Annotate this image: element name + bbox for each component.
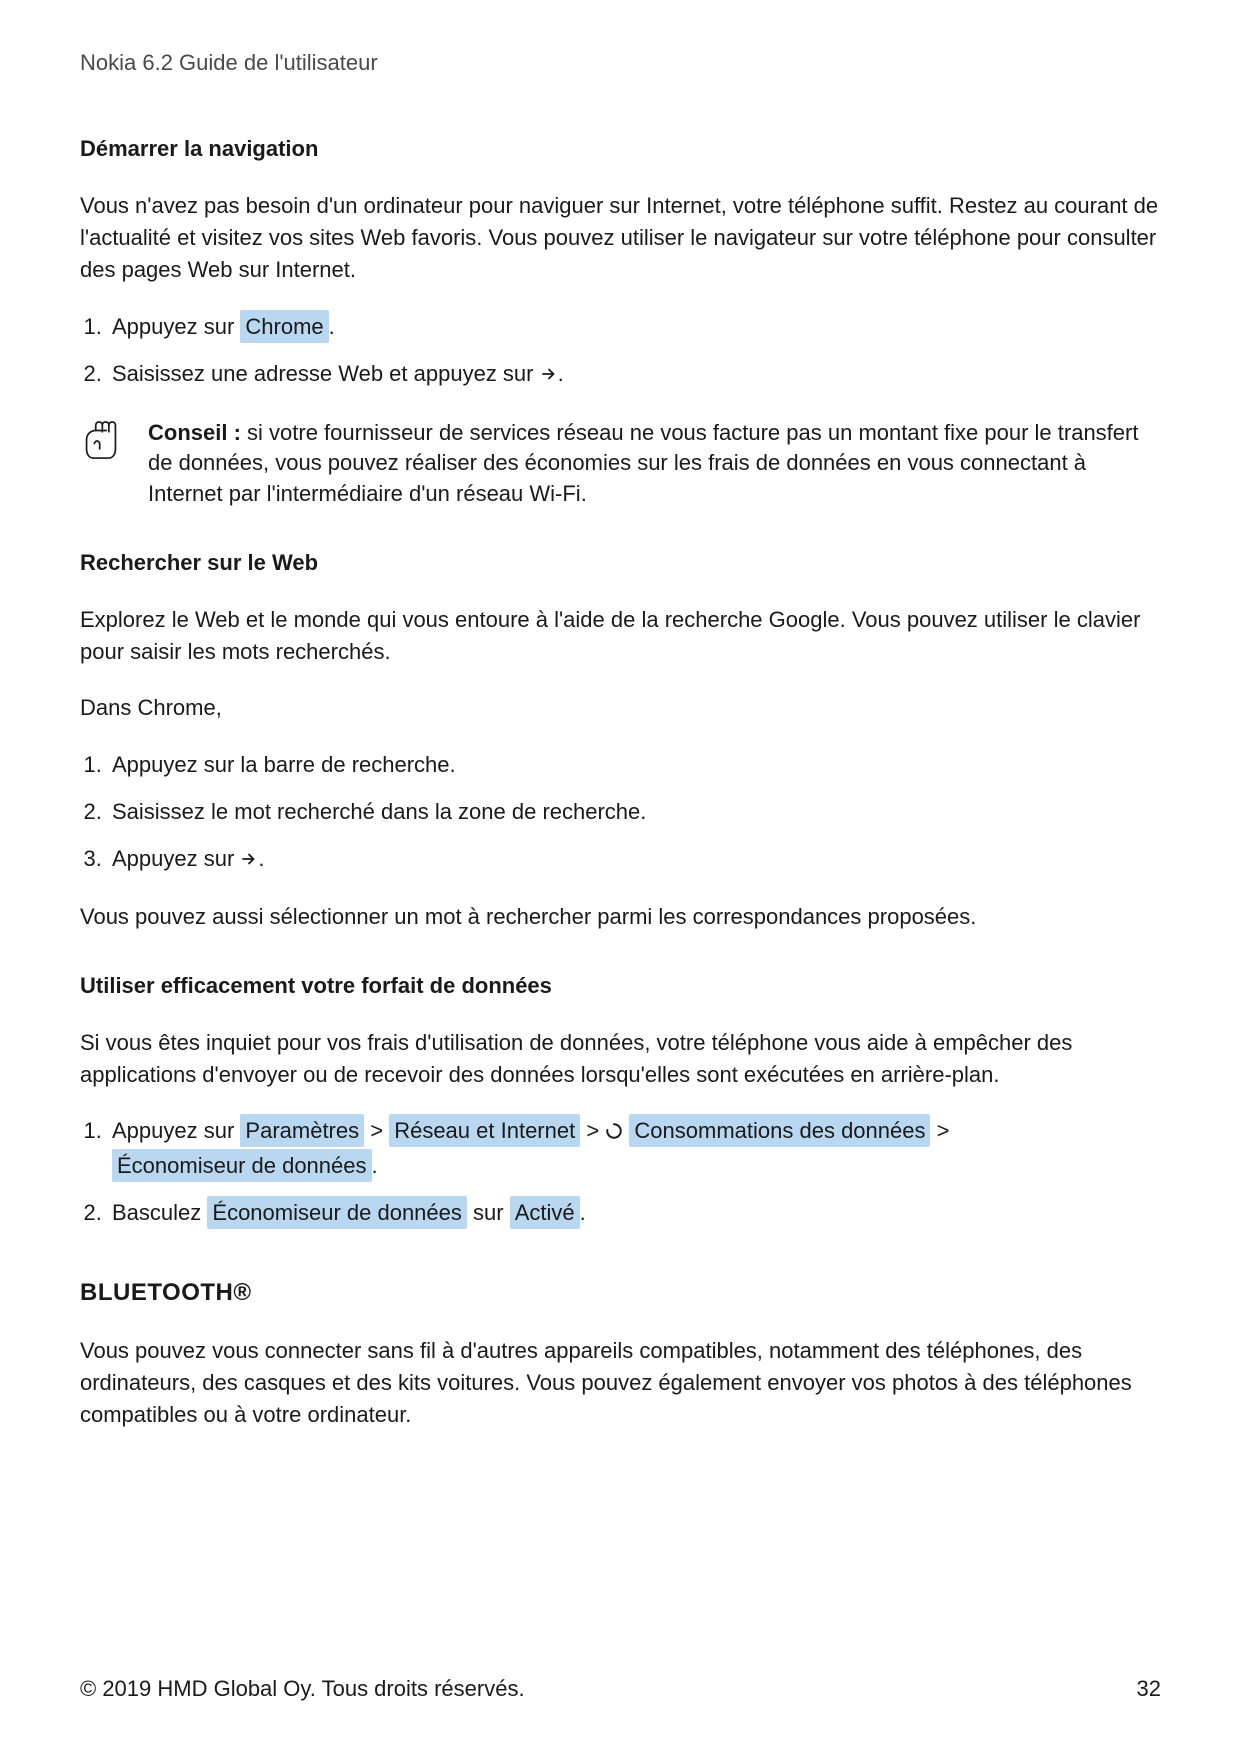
tip-label: Conseil :: [148, 420, 241, 445]
step-text: .: [580, 1200, 586, 1225]
list-item: Basculez Économiseur de données sur Acti…: [108, 1196, 1161, 1229]
page-number: 32: [1137, 1676, 1161, 1702]
tip-text: Conseil : si votre fournisseur de servic…: [148, 418, 1161, 510]
ui-chip-chrome: Chrome: [240, 310, 328, 343]
arrow-right-icon: [540, 359, 558, 392]
list-item: Saisissez le mot recherché dans la zone …: [108, 795, 1161, 828]
ui-chip-enabled: Activé: [510, 1196, 580, 1229]
step-text: Appuyez sur: [112, 846, 240, 871]
section-heading-search-web: Rechercher sur le Web: [80, 550, 1161, 576]
separator: >: [364, 1118, 389, 1143]
tip-body: si votre fournisseur de services réseau …: [148, 420, 1138, 507]
list-item: Appuyez sur .: [108, 842, 1161, 877]
paragraph: Dans Chrome,: [80, 692, 1161, 724]
paragraph: Vous pouvez vous connecter sans fil à d'…: [80, 1335, 1161, 1431]
step-text: .: [329, 314, 335, 339]
step-text: .: [372, 1153, 378, 1178]
document-page: Nokia 6.2 Guide de l'utilisateur Démarre…: [0, 0, 1241, 1754]
ordered-list: Appuyez sur Chrome. Saisissez une adress…: [80, 310, 1161, 392]
section-heading-bluetooth: BLUETOOTH®: [80, 1279, 1161, 1307]
separator: >: [930, 1118, 949, 1143]
paragraph: Explorez le Web et le monde qui vous ent…: [80, 604, 1161, 668]
step-text: sur: [467, 1200, 510, 1225]
ordered-list: Appuyez sur la barre de recherche. Saisi…: [80, 748, 1161, 877]
ui-chip-network-internet: Réseau et Internet: [389, 1114, 580, 1147]
paragraph: Vous pouvez aussi sélectionner un mot à …: [80, 901, 1161, 933]
page-footer: © 2019 HMD Global Oy. Tous droits réserv…: [80, 1676, 1161, 1702]
list-item: Appuyez sur la barre de recherche.: [108, 748, 1161, 781]
step-text: .: [558, 361, 564, 386]
ui-chip-data-saver: Économiseur de données: [207, 1196, 467, 1229]
tip-callout: Conseil : si votre fournisseur de servic…: [80, 418, 1161, 510]
copyright-text: © 2019 HMD Global Oy. Tous droits réserv…: [80, 1676, 525, 1702]
step-text: Saisissez une adresse Web et appuyez sur: [112, 361, 540, 386]
step-text: Basculez: [112, 1200, 207, 1225]
tip-icon: [80, 420, 122, 462]
section-heading-data-plan: Utiliser efficacement votre forfait de d…: [80, 973, 1161, 999]
ui-chip-data-usage: Consommations des données: [629, 1114, 930, 1147]
document-title: Nokia 6.2 Guide de l'utilisateur: [80, 50, 1161, 76]
paragraph: Vous n'avez pas besoin d'un ordinateur p…: [80, 190, 1161, 286]
section-heading-start-browsing: Démarrer la navigation: [80, 136, 1161, 162]
separator: >: [580, 1118, 605, 1143]
data-usage-icon: [605, 1120, 629, 1145]
ordered-list: Appuyez sur Paramètres > Réseau et Inter…: [80, 1114, 1161, 1229]
step-text: .: [258, 846, 264, 871]
step-text: Appuyez sur: [112, 1118, 240, 1143]
list-item: Saisissez une adresse Web et appuyez sur…: [108, 357, 1161, 392]
list-item: Appuyez sur Chrome.: [108, 310, 1161, 343]
ui-chip-data-saver: Économiseur de données: [112, 1149, 372, 1182]
ui-chip-settings: Paramètres: [240, 1114, 364, 1147]
arrow-right-icon: [240, 844, 258, 877]
step-text: Appuyez sur: [112, 314, 240, 339]
list-item: Appuyez sur Paramètres > Réseau et Inter…: [108, 1114, 1161, 1182]
paragraph: Si vous êtes inquiet pour vos frais d'ut…: [80, 1027, 1161, 1091]
